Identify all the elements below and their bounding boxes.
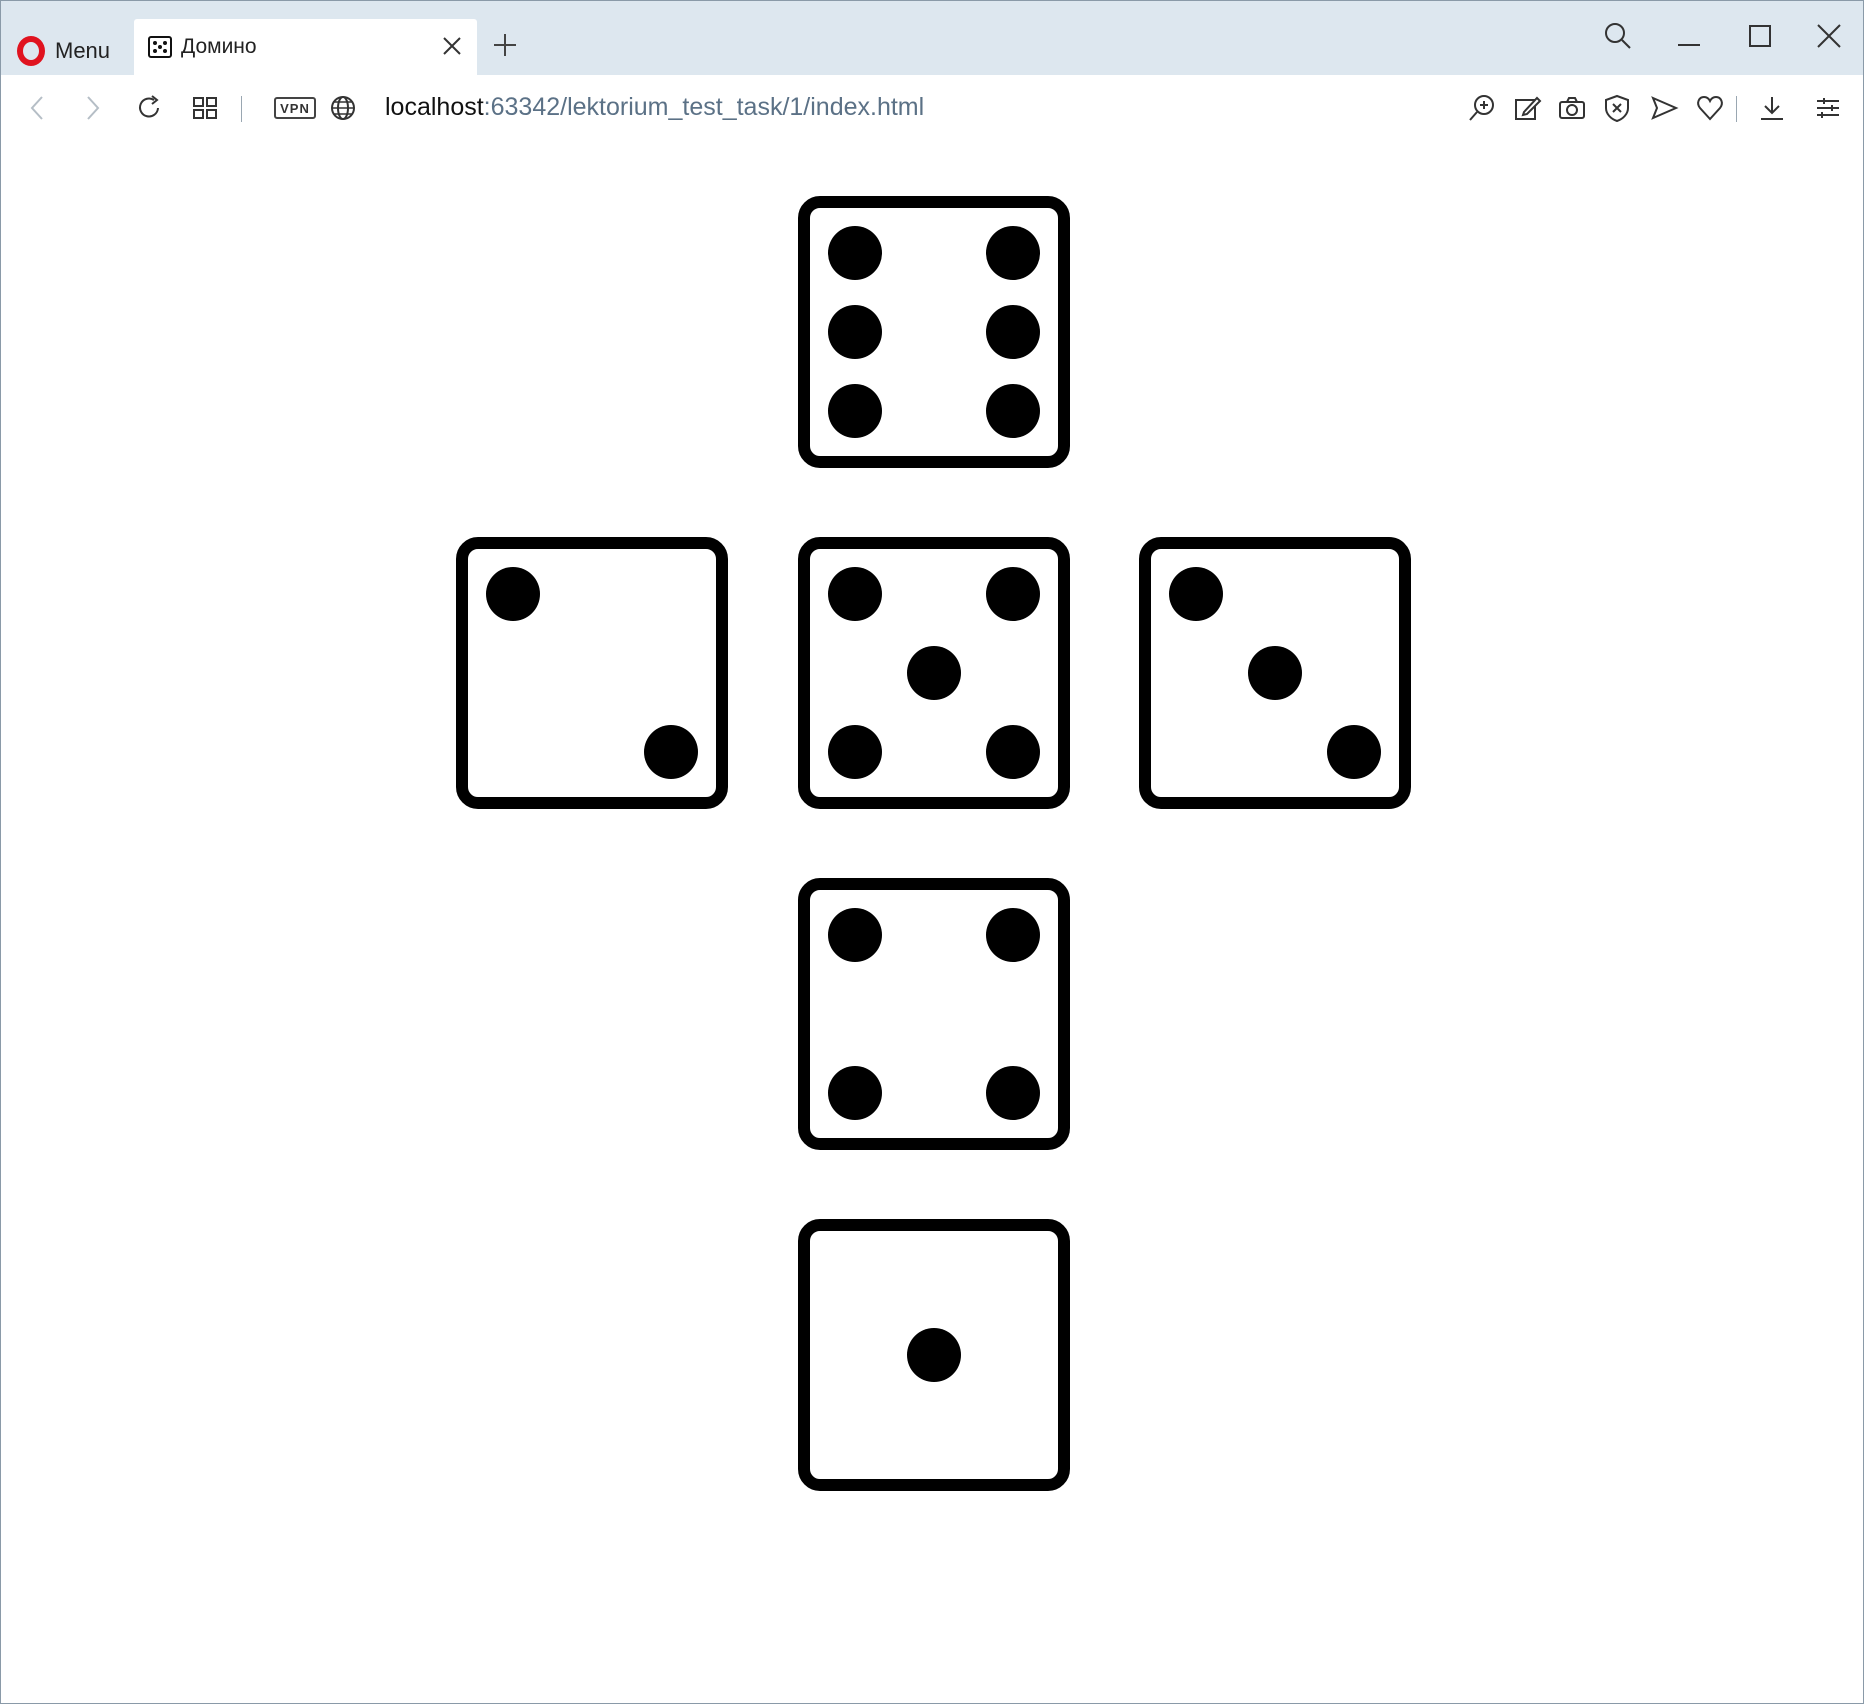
download-icon[interactable] — [1757, 93, 1787, 123]
die-pip — [1248, 646, 1302, 700]
die-pip — [986, 1066, 1040, 1120]
die-lower — [798, 878, 1070, 1150]
toolbar-divider — [241, 96, 242, 122]
tab-active[interactable]: Домино — [134, 19, 477, 75]
search-tabs-icon[interactable] — [1603, 21, 1633, 51]
edit-snapshot-icon[interactable] — [1512, 93, 1542, 123]
opera-logo-icon — [17, 36, 45, 66]
maximize-icon[interactable] — [1745, 21, 1775, 51]
die-pip — [986, 384, 1040, 438]
die-top — [798, 196, 1070, 468]
close-tab-icon[interactable] — [439, 33, 465, 59]
die-pip — [486, 567, 540, 621]
die-pip — [986, 305, 1040, 359]
vpn-button[interactable]: VPN — [274, 97, 316, 119]
heart-icon[interactable] — [1695, 93, 1725, 123]
easy-setup-icon[interactable] — [1813, 93, 1843, 123]
die-pip — [1327, 725, 1381, 779]
new-tab-icon[interactable] — [491, 31, 519, 59]
camera-icon[interactable] — [1557, 93, 1587, 123]
die-pip — [828, 567, 882, 621]
die-pip — [986, 567, 1040, 621]
speed-dial-icon[interactable] — [190, 93, 220, 123]
minimize-icon[interactable] — [1674, 21, 1704, 51]
browser-window: Menu Домино VPN localhost:63342/lektoriu… — [0, 0, 1864, 1704]
reload-icon[interactable] — [134, 93, 164, 123]
menu-label: Menu — [55, 38, 111, 63]
die-pip — [986, 908, 1040, 962]
die-pip — [986, 226, 1040, 280]
opera-menu-button[interactable]: Menu — [17, 31, 110, 71]
title-bar: Menu Домино — [1, 1, 1863, 75]
zoom-icon[interactable] — [1467, 93, 1497, 123]
die-middle-right — [1139, 537, 1411, 809]
dice-favicon-icon — [148, 36, 172, 58]
die-pip — [828, 226, 882, 280]
toolbar-divider-right — [1736, 96, 1737, 122]
globe-icon[interactable] — [328, 93, 358, 123]
die-pip — [907, 646, 961, 700]
die-pip — [986, 725, 1040, 779]
close-window-icon[interactable] — [1814, 21, 1844, 51]
die-bottom — [798, 1219, 1070, 1491]
die-pip — [828, 725, 882, 779]
page-content — [1, 141, 1863, 1703]
url-path: :63342/lektorium_test_task/1/index.html — [483, 93, 925, 121]
die-pip — [1169, 567, 1223, 621]
back-icon[interactable] — [23, 93, 53, 123]
die-pip — [828, 908, 882, 962]
die-pip — [644, 725, 698, 779]
die-pip — [828, 305, 882, 359]
die-pip — [828, 1066, 882, 1120]
forward-icon[interactable] — [77, 93, 107, 123]
die-middle-center — [798, 537, 1070, 809]
address-bar[interactable]: localhost:63342/lektorium_test_task/1/in… — [385, 93, 924, 122]
url-host: localhost — [385, 93, 484, 121]
tab-title: Домино — [181, 35, 257, 58]
die-pip — [828, 384, 882, 438]
die-middle-left — [456, 537, 728, 809]
die-pip — [907, 1328, 961, 1382]
send-icon[interactable] — [1649, 93, 1679, 123]
ad-blocker-icon[interactable] — [1602, 93, 1632, 123]
